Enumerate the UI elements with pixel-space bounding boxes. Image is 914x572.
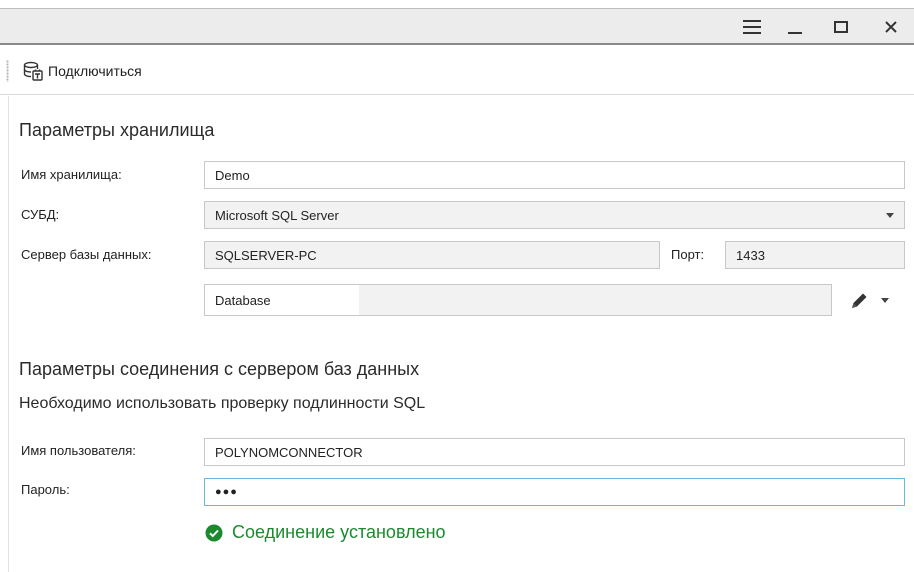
connection-status: Соединение установлено: [205, 522, 446, 543]
minimize-button[interactable]: [778, 9, 812, 44]
maximize-button[interactable]: [824, 9, 858, 44]
title-bar: [0, 8, 914, 45]
close-icon: [885, 20, 897, 33]
hamburger-menu-icon: [743, 19, 761, 34]
connection-settings-window: Подключиться Параметры хранилища Имя хра…: [0, 0, 914, 572]
port-label: Порт:: [671, 247, 705, 262]
minimize-icon: [788, 31, 802, 34]
edit-database-dropdown[interactable]: [881, 298, 889, 303]
edit-database-button[interactable]: [848, 290, 870, 312]
dbms-label: СУБД:: [21, 207, 60, 222]
server-label: Сервер базы данных:: [21, 247, 152, 262]
port-input[interactable]: 1433: [725, 241, 905, 269]
database-connect-icon: [23, 61, 43, 81]
check-circle-icon: [205, 524, 223, 541]
storage-name-input[interactable]: Demo: [204, 161, 905, 189]
toolbar-grip: [6, 60, 9, 82]
chevron-down-icon: [886, 213, 894, 218]
connect-button-label: Подключиться: [48, 63, 142, 79]
username-input[interactable]: POLYNOMCONNECTOR: [204, 438, 905, 466]
menu-button[interactable]: [735, 9, 769, 44]
connection-section-title: Параметры соединения с сервером баз данн…: [19, 359, 420, 379]
database-field[interactable]: Database: [204, 284, 832, 316]
username-label: Имя пользователя:: [21, 443, 136, 458]
connect-button[interactable]: Подключиться: [23, 59, 142, 83]
database-value: Database: [205, 285, 359, 315]
connection-status-text: Соединение установлено: [232, 522, 446, 542]
settings-panel: Параметры хранилища Имя хранилища: Demo …: [8, 96, 914, 572]
close-button[interactable]: [874, 9, 908, 44]
password-label: Пароль:: [21, 482, 70, 497]
toolbar: Подключиться: [0, 47, 914, 95]
password-input[interactable]: ●●●: [204, 478, 905, 506]
storage-name-label: Имя хранилища:: [21, 167, 122, 182]
pencil-icon: [852, 293, 867, 308]
storage-section-title: Параметры хранилища: [19, 120, 215, 140]
server-input[interactable]: SQLSERVER-PC: [204, 241, 660, 269]
dbms-select[interactable]: Microsoft SQL Server: [204, 201, 905, 229]
auth-description: Необходимо использовать проверку подлинн…: [19, 395, 426, 412]
dbms-select-value: Microsoft SQL Server: [215, 207, 339, 223]
maximize-icon: [834, 20, 848, 33]
